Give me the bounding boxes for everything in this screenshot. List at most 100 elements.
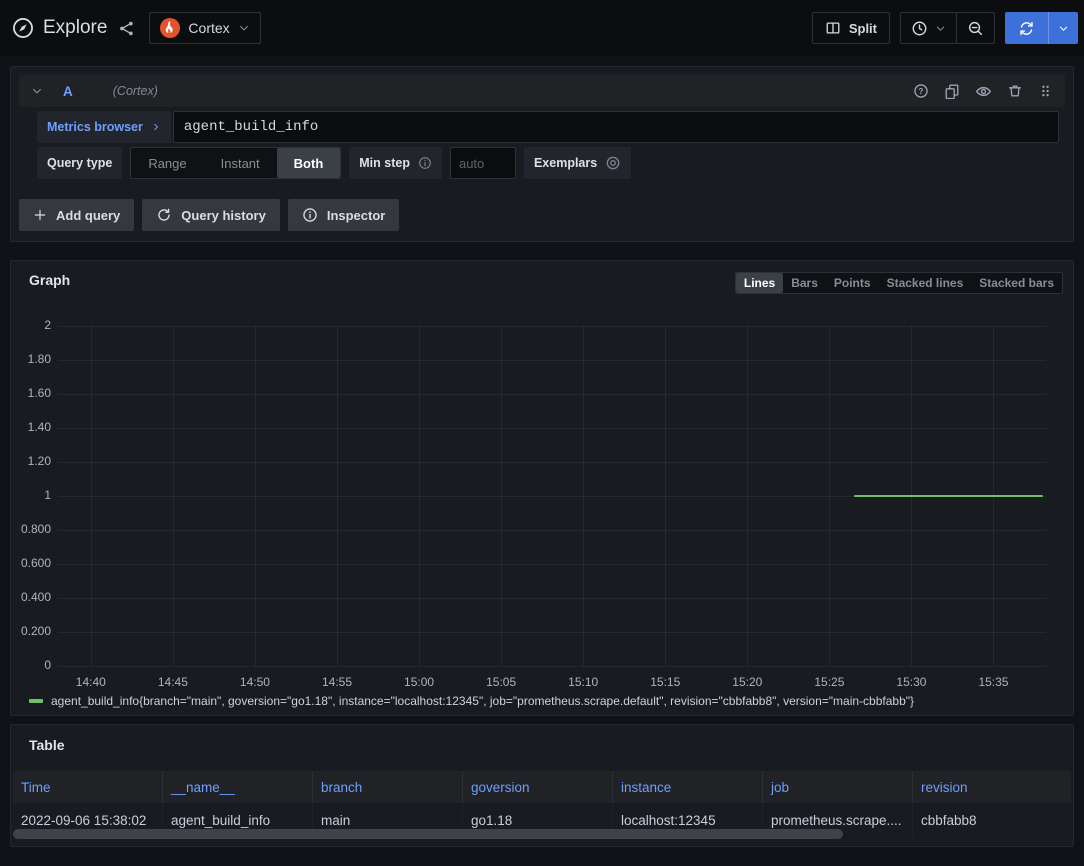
y-grid-line [58, 326, 1046, 327]
y-grid-line [58, 462, 1046, 463]
inspector-button[interactable]: Inspector [288, 199, 400, 231]
graph-style-option-points[interactable]: Points [826, 273, 879, 293]
split-panes-icon [825, 20, 841, 36]
y-axis-label: 1.20 [13, 454, 51, 468]
min-step-input[interactable]: auto [450, 147, 516, 179]
x-axis-label: 14:45 [143, 675, 203, 689]
graph-style-option-stacked-lines[interactable]: Stacked lines [879, 273, 972, 293]
y-axis-label: 0 [13, 658, 51, 672]
graph-panel: Graph LinesBarsPointsStacked linesStacke… [10, 260, 1074, 716]
explore-toolbar: Explore Cortex Split [0, 0, 1084, 56]
graph-style-option-lines[interactable]: Lines [736, 273, 783, 293]
table-header-branch[interactable]: branch [313, 771, 463, 803]
x-axis-label: 15:10 [553, 675, 613, 689]
query-field-row: Metrics browser agent_build_info [37, 111, 1059, 143]
y-grid-line [58, 564, 1046, 565]
x-grid-line [419, 326, 420, 666]
y-axis-label: 1.40 [13, 420, 51, 434]
min-step-label: Min step [349, 147, 442, 179]
query-expression-input[interactable]: agent_build_info [173, 111, 1059, 143]
y-grid-line [58, 666, 1046, 667]
time-controls-group [900, 12, 995, 44]
table-header-name[interactable]: __name__ [163, 771, 313, 803]
exemplars-toggle-icon[interactable] [605, 155, 621, 171]
refresh-button[interactable] [1005, 12, 1048, 44]
x-grid-line [665, 326, 666, 666]
share-icon[interactable] [116, 18, 137, 39]
x-axis-label: 14:55 [307, 675, 367, 689]
graph-style-radio-group: LinesBarsPointsStacked linesStacked bars [735, 272, 1063, 294]
time-range-picker[interactable] [901, 13, 956, 43]
y-axis-label: 1.60 [13, 386, 51, 400]
y-grid-line [58, 360, 1046, 361]
table-horizontal-scrollbar-thumb[interactable] [13, 829, 843, 839]
remove-query-icon[interactable] [1007, 83, 1023, 99]
datasource-picker[interactable]: Cortex [149, 12, 260, 44]
table-header-job[interactable]: job [763, 771, 913, 803]
legend-series-label[interactable]: agent_build_info{branch="main", goversio… [51, 694, 914, 708]
table-header-revision[interactable]: revision [913, 771, 1071, 803]
zoom-out-button[interactable] [956, 13, 994, 43]
run-query-button-group [1005, 12, 1078, 44]
split-button[interactable]: Split [812, 12, 890, 44]
drag-handle-icon[interactable] [1038, 83, 1053, 99]
y-grid-line [58, 428, 1046, 429]
query-type-option-both[interactable]: Both [277, 148, 341, 178]
x-grid-line [91, 326, 92, 666]
table-panel: Table Time__name__branchgoversioninstanc… [10, 724, 1074, 847]
y-grid-line [58, 598, 1046, 599]
x-grid-line [255, 326, 256, 666]
datasource-name: Cortex [188, 20, 229, 36]
exemplars-label: Exemplars [524, 147, 631, 179]
duplicate-query-icon[interactable] [944, 83, 960, 99]
table-header-goversion[interactable]: goversion [463, 771, 613, 803]
query-type-radio-group: RangeInstantBoth [130, 147, 341, 179]
table-header-instance[interactable]: instance [613, 771, 763, 803]
x-axis-label: 15:35 [963, 675, 1023, 689]
page-title: Explore [43, 17, 107, 39]
chevron-down-icon [935, 23, 946, 34]
x-grid-line [583, 326, 584, 666]
query-type-option-range[interactable]: Range [131, 148, 203, 178]
graph-plot-area[interactable]: 00.2000.4000.6000.80011.201.401.601.8021… [58, 326, 1046, 666]
collapse-chevron-icon[interactable] [31, 85, 43, 97]
x-grid-line [747, 326, 748, 666]
prometheus-flame-icon [160, 18, 180, 38]
x-grid-line [337, 326, 338, 666]
query-options-row: Query type RangeInstantBoth Min step aut… [37, 147, 1059, 179]
magnifier-minus-icon [967, 20, 984, 37]
chevron-right-icon [151, 122, 161, 132]
query-help-icon[interactable]: ? [913, 83, 929, 99]
query-row-header: A (Cortex) ? [19, 75, 1065, 107]
x-axis-label: 15:30 [881, 675, 941, 689]
y-axis-label: 0.400 [13, 590, 51, 604]
graph-style-option-stacked-bars[interactable]: Stacked bars [971, 273, 1062, 293]
svg-text:?: ? [919, 87, 924, 96]
query-ref-id[interactable]: A [63, 84, 73, 99]
query-actions-row: Add query Query history Inspector [19, 199, 1065, 231]
legend-series-swatch [29, 699, 43, 703]
y-grid-line [58, 394, 1046, 395]
metrics-browser-button[interactable]: Metrics browser [37, 111, 171, 143]
x-axis-label: 15:00 [389, 675, 449, 689]
x-grid-line [173, 326, 174, 666]
table-panel-title: Table [29, 737, 65, 753]
sync-arrows-icon [1018, 20, 1035, 37]
x-axis-label: 15:15 [635, 675, 695, 689]
toggle-query-visibility-icon[interactable] [975, 83, 992, 100]
x-axis-label: 15:05 [471, 675, 531, 689]
results-table: Time__name__branchgoversioninstancejobre… [13, 771, 1071, 837]
query-type-option-instant[interactable]: Instant [204, 148, 277, 178]
x-axis-label: 15:25 [799, 675, 859, 689]
plus-icon [33, 208, 47, 222]
graph-style-option-bars[interactable]: Bars [783, 273, 826, 293]
info-circle-icon [418, 156, 432, 170]
info-circle-icon [302, 207, 318, 223]
table-header-time[interactable]: Time [13, 771, 163, 803]
refresh-interval-dropdown[interactable] [1048, 12, 1078, 44]
add-query-button[interactable]: Add query [19, 199, 134, 231]
y-axis-label: 0.600 [13, 556, 51, 570]
y-grid-line [58, 530, 1046, 531]
query-history-button[interactable]: Query history [142, 199, 280, 231]
chevron-down-icon [238, 22, 250, 34]
